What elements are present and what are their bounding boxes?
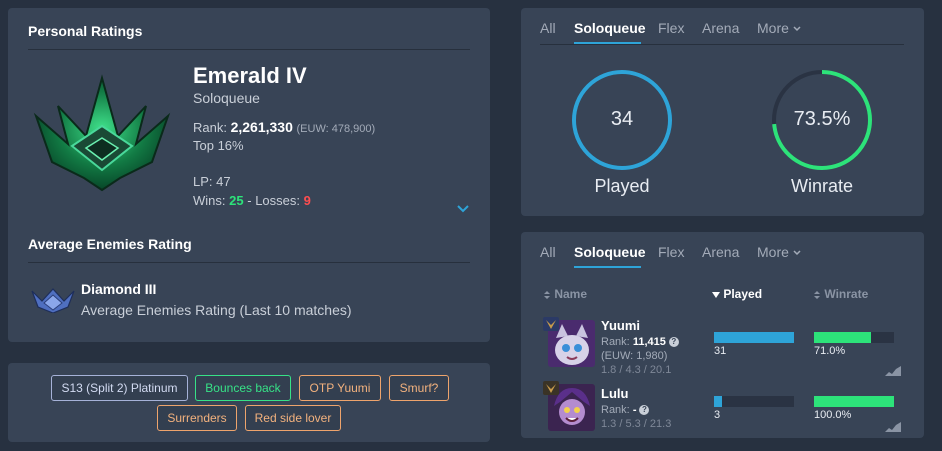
rank-queue: Soloqueue — [193, 90, 260, 106]
average-enemy-description: Average Enemies Rating (Last 10 matches) — [81, 302, 352, 318]
winrate-bar-fill — [814, 396, 894, 407]
tag-badge[interactable]: Surrenders — [157, 405, 237, 431]
tab-more[interactable]: More — [757, 20, 801, 36]
tag-badge[interactable]: Bounces back — [195, 375, 291, 401]
tab-arena[interactable]: Arena — [702, 20, 739, 36]
column-header-winrate-label: Winrate — [824, 287, 869, 301]
role-support-icon — [543, 317, 559, 331]
played-count: 31 — [714, 345, 727, 357]
column-header-played-label: Played — [723, 287, 763, 301]
winrate-label: Winrate — [790, 176, 853, 196]
active-tab-indicator — [574, 266, 641, 268]
top-percent: Top 16% — [193, 138, 244, 153]
losses-label: Losses: — [255, 193, 300, 208]
winrate-bar — [814, 396, 894, 407]
divider — [540, 44, 904, 45]
played-label: Played — [594, 176, 650, 196]
wins-value: 25 — [229, 193, 244, 208]
played-bar-fill — [714, 396, 722, 407]
chevron-down-icon[interactable] — [456, 204, 470, 214]
champion-rank: Rank: -? — [601, 404, 650, 416]
section-title-personal-ratings: Personal Ratings — [28, 23, 143, 39]
divider — [28, 49, 470, 50]
queue-stats-panel: All Soloqueue Flex Arena More 34 Played … — [521, 8, 924, 216]
column-header-winrate[interactable]: Winrate — [813, 287, 868, 301]
divider — [28, 262, 470, 263]
tag-badge[interactable]: Smurf? — [389, 375, 449, 401]
table-row[interactable]: Lulu Rank: -? 1.3 / 5.3 / 21.3 3 100.0% — [521, 378, 924, 434]
played-value: 34 — [610, 108, 634, 130]
winrate-value: 73.5% — [793, 108, 851, 130]
champion-rank-value: - — [632, 404, 637, 416]
tab-all[interactable]: All — [540, 244, 556, 260]
wl-separator: - — [247, 193, 252, 208]
champion-name: Yuumi — [601, 318, 641, 333]
rank-name: Emerald IV — [193, 63, 307, 88]
winrate-bar — [814, 332, 894, 343]
help-icon[interactable]: ? — [639, 405, 650, 416]
tag-badge[interactable]: OTP Yuumi — [299, 375, 381, 401]
rank-label: Rank: — [193, 120, 227, 135]
played-bar — [714, 332, 794, 343]
tags-panel: S13 (Split 2) Platinum Bounces back OTP … — [8, 363, 490, 442]
tab-soloqueue[interactable]: Soloqueue — [574, 20, 646, 36]
personal-ratings-panel: Personal Ratings Emerald IV Soloqueue Ra… — [8, 8, 490, 342]
tab-more[interactable]: More — [757, 244, 801, 260]
trend-chart-icon[interactable] — [885, 422, 901, 432]
tab-arena[interactable]: Arena — [702, 244, 739, 260]
champion-stats-panel: All Soloqueue Flex Arena More Name Playe… — [521, 232, 924, 438]
wins-losses: Wins: 25 - Losses: 9 — [193, 193, 311, 208]
chevron-down-icon — [793, 26, 801, 32]
tab-flex[interactable]: Flex — [658, 20, 684, 36]
rank-line: Rank: 2,261,330 (EUW: 478,900) — [193, 119, 375, 135]
tab-all[interactable]: All — [540, 20, 556, 36]
played-bar-fill — [714, 332, 794, 343]
column-header-played[interactable]: Played — [712, 287, 762, 301]
lp-value: LP: 47 — [193, 174, 231, 189]
help-icon[interactable]: ? — [668, 337, 679, 348]
trend-chart-icon[interactable] — [885, 366, 901, 376]
tab-more-label: More — [757, 244, 789, 260]
rank-region: (EUW: 478,900) — [296, 123, 376, 135]
column-header-name[interactable]: Name — [543, 287, 587, 301]
tab-soloqueue[interactable]: Soloqueue — [574, 244, 646, 260]
column-header-name-label: Name — [554, 287, 588, 301]
sort-icon — [814, 290, 820, 299]
sort-desc-icon — [712, 291, 720, 298]
losses-value: 9 — [303, 193, 311, 208]
winrate-percent: 100.0% — [814, 409, 852, 421]
tag-badge[interactable]: Red side lover — [245, 405, 341, 431]
sort-icon — [544, 290, 550, 299]
tab-flex[interactable]: Flex — [658, 244, 684, 260]
tag-badge[interactable]: S13 (Split 2) Platinum — [51, 375, 188, 401]
played-count: 3 — [714, 409, 721, 421]
table-row[interactable]: Yuumi Rank: 11,415? (EUW: 1,980) 1.8 / 4… — [521, 310, 924, 376]
champion-name: Lulu — [601, 386, 629, 401]
diamond-rank-emblem — [31, 288, 75, 313]
played-bar — [714, 396, 794, 407]
role-support-icon — [543, 381, 559, 395]
champion-kda: 1.8 / 4.3 / 20.1 — [601, 364, 672, 376]
emerald-rank-emblem — [33, 74, 171, 192]
tab-more-label: More — [757, 20, 789, 36]
champion-kda: 1.3 / 5.3 / 21.3 — [601, 418, 672, 430]
section-title-average-enemies: Average Enemies Rating — [28, 236, 192, 252]
wins-label: Wins: — [193, 193, 226, 208]
champion-rank-value: 11,415 — [632, 336, 666, 348]
winrate-bar-fill — [814, 332, 871, 343]
champion-rank-label: Rank: — [601, 404, 630, 416]
champion-rank-label: Rank: — [601, 336, 630, 348]
champion-rank: Rank: 11,415? — [601, 336, 679, 348]
chevron-down-icon — [793, 250, 801, 256]
rank-value: 2,261,330 — [230, 119, 293, 135]
winrate-percent: 71.0% — [814, 345, 846, 357]
average-enemy-rank: Diamond III — [81, 281, 157, 297]
champion-rank-region: (EUW: 1,980) — [601, 350, 668, 362]
